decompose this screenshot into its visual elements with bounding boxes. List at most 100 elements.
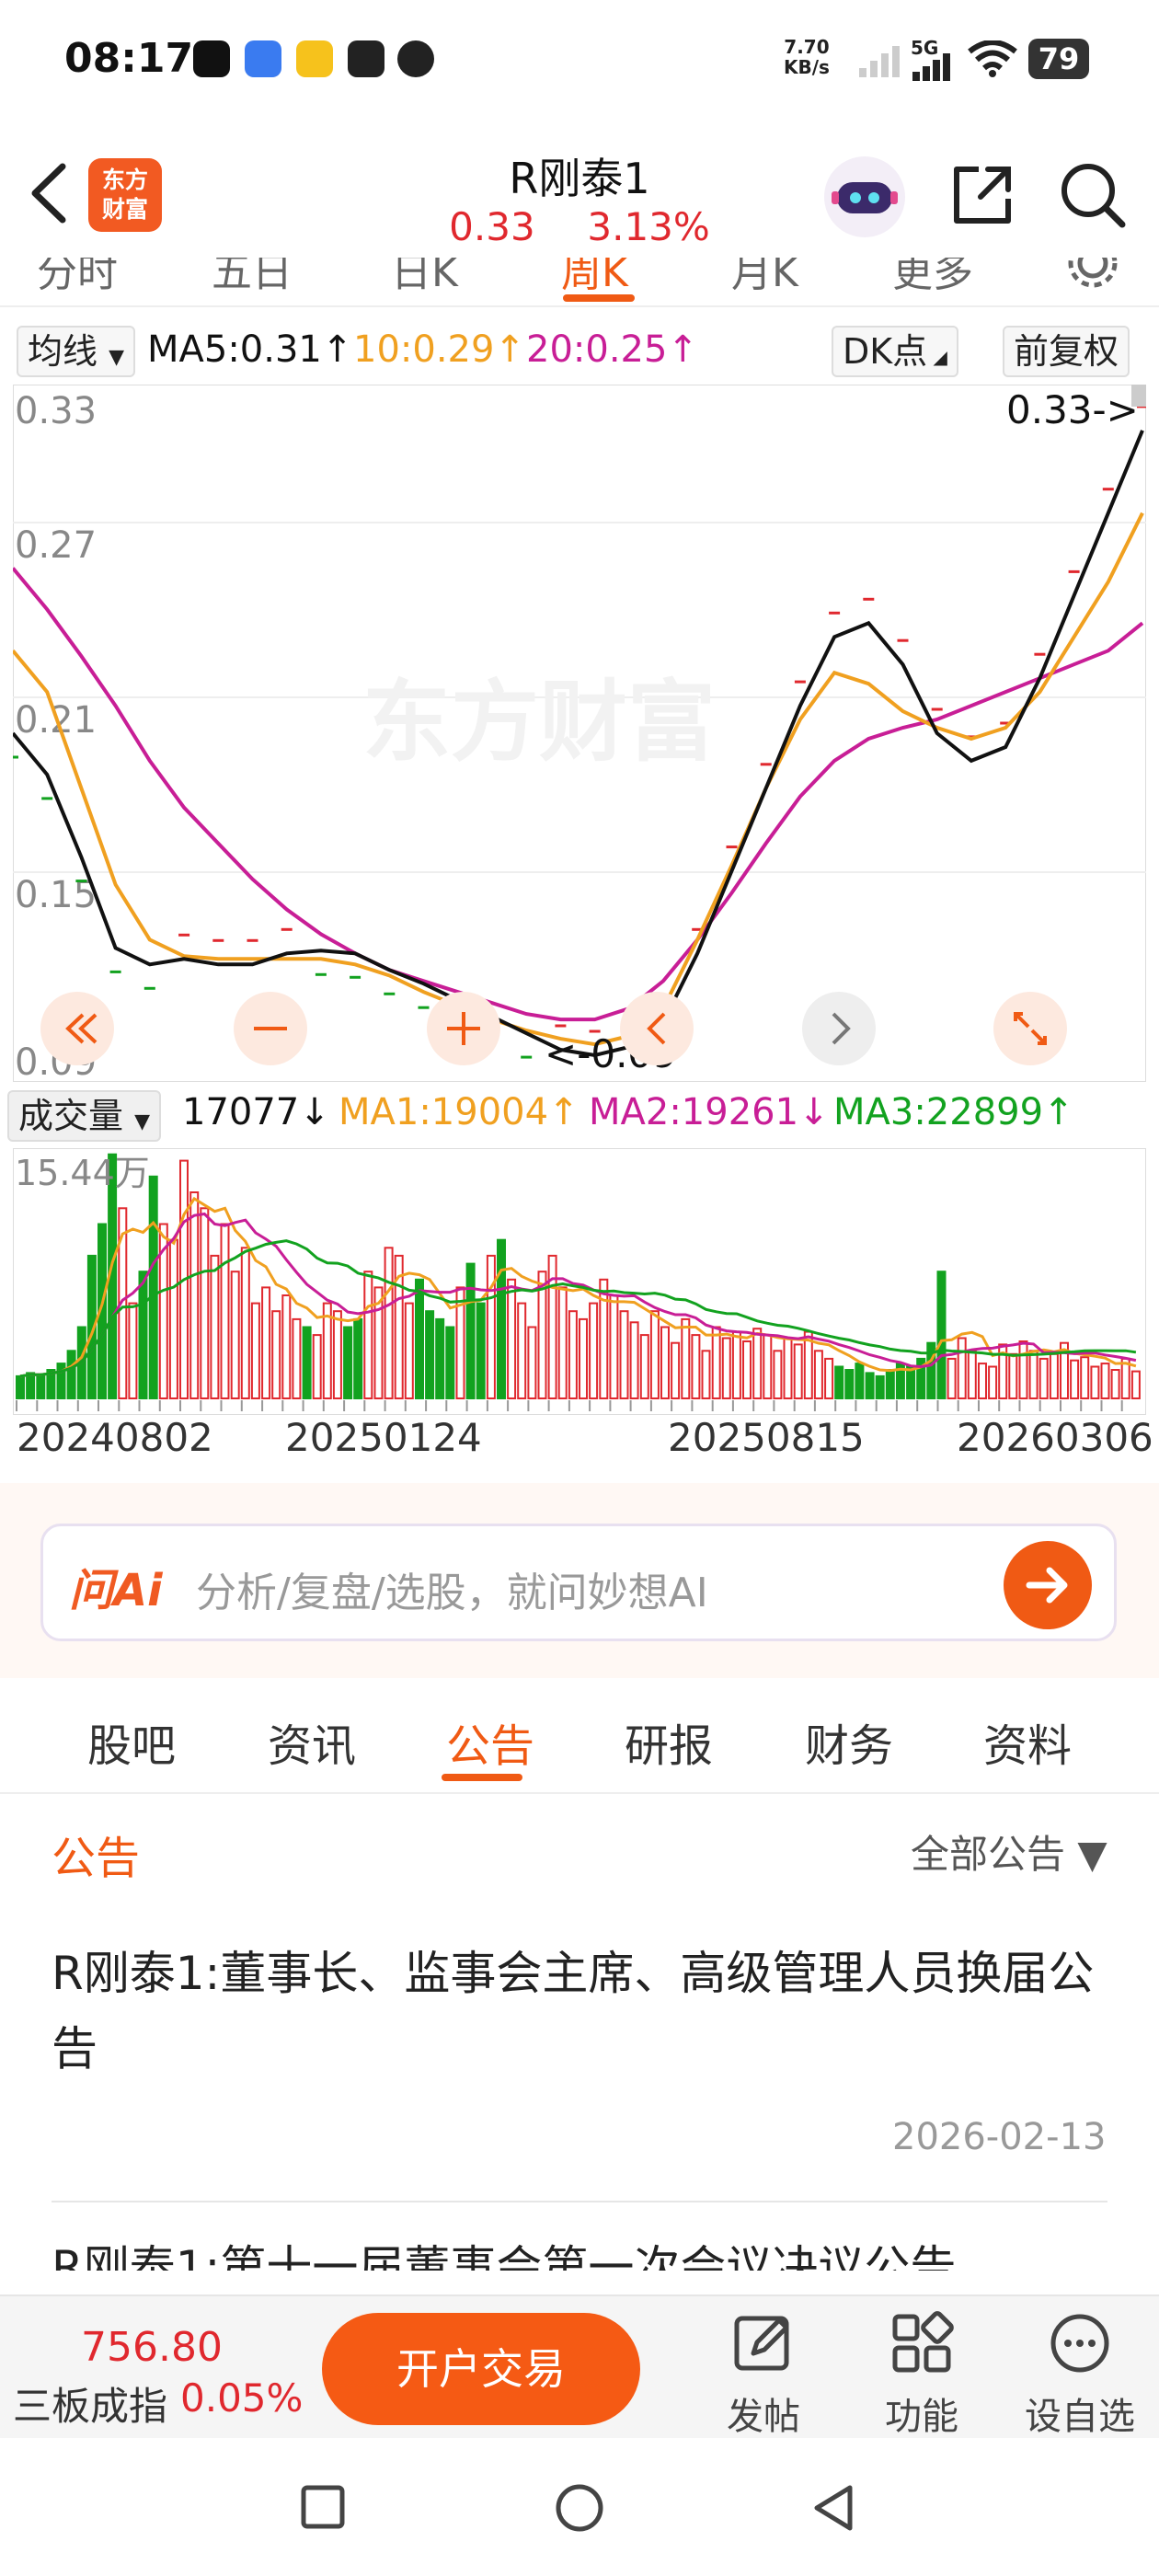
volume-bar: [281, 1294, 292, 1399]
scroll-left-fast-button[interactable]: [40, 992, 114, 1065]
section-tab-underline: [442, 1774, 522, 1781]
robot-icon[interactable]: [824, 156, 905, 237]
volume-bar: [527, 1326, 537, 1399]
volume-bar: [384, 1247, 394, 1399]
function-label: 功能: [885, 2396, 958, 2438]
volume-bar: [435, 1317, 445, 1399]
max-price-marker: 0.33->: [1006, 387, 1139, 432]
post-button[interactable]: 发帖: [699, 2311, 828, 2440]
volume-bar: [988, 1365, 998, 1399]
volume-bar: [721, 1337, 731, 1399]
back-nav-icon[interactable]: [809, 2482, 857, 2534]
dk-point-button[interactable]: DK点 ◢: [832, 326, 958, 377]
volume-bar: [957, 1337, 967, 1399]
ai-placeholder: 分析/复盘/选股，就问妙想AI: [196, 1570, 708, 1616]
tab-profile[interactable]: 资料: [958, 1709, 1096, 1774]
tab-research[interactable]: 研报: [600, 1709, 738, 1774]
signal-weak-icon: [859, 46, 900, 77]
tab-intraday[interactable]: 分时: [37, 258, 118, 298]
volume-bar: [465, 1262, 476, 1399]
zoom-out-button[interactable]: [234, 992, 307, 1065]
volume-bar: [579, 1317, 588, 1399]
volume-chart[interactable]: 15.44万: [13, 1148, 1146, 1415]
back-icon[interactable]: [22, 161, 77, 225]
ma-selector[interactable]: 均线 ▼: [17, 326, 136, 377]
tab-more[interactable]: 更多: [892, 258, 973, 298]
volume-bar: [230, 1271, 240, 1399]
stock-header: 东方 财富 R刚泰1 0.33 3.13%: [0, 129, 1159, 258]
tab-monthly-k[interactable]: 月K: [731, 258, 798, 298]
adjust-button[interactable]: 前复权: [1003, 326, 1130, 377]
volume-bar: [363, 1271, 373, 1399]
volume-bar: [168, 1238, 178, 1399]
volume-bar: [353, 1317, 363, 1399]
open-account-trade-button[interactable]: 开户交易: [322, 2313, 640, 2425]
status-time: 08:17: [64, 35, 194, 82]
volume-bar: [1049, 1352, 1059, 1400]
volume-bar: [742, 1340, 752, 1399]
scroll-thumb[interactable]: [1131, 385, 1146, 407]
volume-bar: [1070, 1359, 1080, 1399]
edit-post-icon: [734, 2316, 789, 2371]
change-percent: 3.13%: [587, 204, 710, 249]
tab-announcements[interactable]: 公告: [421, 1709, 559, 1774]
divider: [52, 2201, 1107, 2202]
post-label: 发帖: [727, 2396, 800, 2438]
index-name[interactable]: 三板成指: [13, 2375, 167, 2432]
volume-bar: [16, 1374, 25, 1399]
x-date-3: 20260306: [957, 1415, 1153, 1460]
volume-bar: [936, 1271, 947, 1399]
volume-bar: [138, 1271, 148, 1399]
volume-bar: [660, 1326, 670, 1399]
announcement-filter[interactable]: 全部公告 ▼: [911, 1823, 1107, 1880]
volume-bar: [312, 1334, 322, 1400]
fullscreen-button[interactable]: [993, 992, 1067, 1065]
app-blue-icon: [245, 40, 281, 77]
tab-finance[interactable]: 财务: [780, 1709, 918, 1774]
tab-news[interactable]: 资讯: [243, 1709, 381, 1774]
period-tabs: 分时 五日 日K 周K 月K 更多: [0, 258, 1159, 307]
app-yellow-icon: [296, 40, 333, 77]
tab-weekly-k[interactable]: 周K: [561, 258, 628, 298]
volume-bar: [486, 1254, 496, 1400]
section-tabs: 股吧 资讯 公告 研报 财务 资料: [0, 1678, 1159, 1794]
index-value[interactable]: 756.80: [81, 2324, 223, 2371]
volume-bar: [445, 1326, 455, 1399]
signal-strong-icon: [912, 53, 950, 81]
ai-search-box[interactable]: 问Ai 分析/复盘/选股，就问妙想AI: [40, 1524, 1117, 1641]
tiktok-icon: [193, 40, 230, 77]
tab-five-day[interactable]: 五日: [212, 258, 293, 298]
announcement-item-2[interactable]: R刚泰1:第十一届董事会第一次会议决议公告: [52, 2217, 1109, 2271]
share-icon[interactable]: [947, 160, 1017, 230]
zoom-in-button[interactable]: [427, 992, 500, 1065]
function-button[interactable]: 功能: [857, 2311, 986, 2440]
volume-bar: [813, 1350, 823, 1400]
ai-section: 问Ai 分析/复盘/选股，就问妙想AI: [0, 1483, 1159, 1678]
x-date-1: 20250124: [285, 1415, 482, 1460]
volume-bar: [250, 1302, 260, 1400]
system-nav-bar: [0, 2438, 1159, 2576]
home-icon[interactable]: [554, 2482, 605, 2534]
volume-bar: [557, 1286, 568, 1399]
recent-apps-icon[interactable]: [300, 2484, 346, 2530]
add-watchlist-button[interactable]: 设自选: [1016, 2311, 1144, 2440]
search-icon[interactable]: [1058, 160, 1128, 230]
tab-guba[interactable]: 股吧: [63, 1709, 201, 1774]
scroll-right-button[interactable]: [802, 992, 876, 1065]
eastmoney-logo[interactable]: 东方 财富: [88, 158, 162, 232]
price-chart[interactable]: 东方财富 0.33 0.27 0.21 0.15 0.09 0.33-> <-0…: [13, 385, 1146, 1082]
x-date-2: 20250815: [668, 1415, 865, 1460]
ai-logo: 问Ai: [69, 1565, 163, 1616]
announcement-item-1[interactable]: R刚泰1:董事长、监事会主席、高级管理人员换届公告: [52, 1936, 1109, 2087]
volume-bar: [26, 1372, 36, 1399]
settings-gear-icon[interactable]: [1065, 258, 1120, 291]
ai-submit-button[interactable]: [1004, 1541, 1092, 1629]
scroll-left-button[interactable]: [620, 992, 694, 1065]
tab-daily-k[interactable]: 日K: [391, 258, 458, 298]
volume-bar: [189, 1191, 200, 1399]
volume-bar: [1130, 1370, 1141, 1400]
volume-bar: [701, 1350, 711, 1400]
volume-bar: [865, 1372, 875, 1399]
volume-selector[interactable]: 成交量 ▼: [7, 1090, 162, 1142]
volume-bar: [1008, 1352, 1018, 1400]
